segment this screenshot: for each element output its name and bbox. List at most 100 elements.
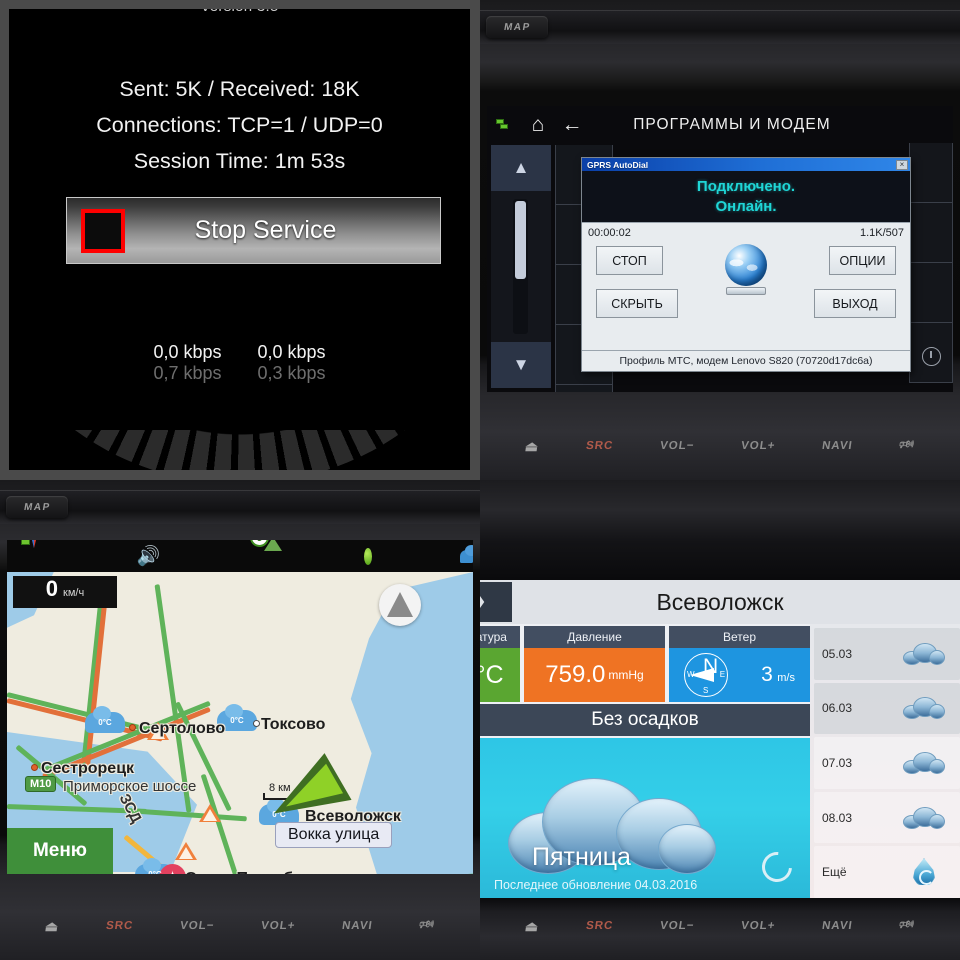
eject-button[interactable]: ⏏ [524, 918, 540, 935]
header-title: ПРОГРАММЫ И МОДЕМ [633, 115, 831, 133]
status-line-connected: Подключено. [696, 177, 796, 195]
dialog-body: СТОП ОПЦИИ СКРЫТЬ ВЫХОД [582, 242, 910, 350]
map-physical-button[interactable]: MAP [6, 496, 68, 518]
app-header: ⌂ ← ПРОГРАММЫ И МОДЕМ [487, 106, 953, 143]
weather-header: Всеволожск [480, 580, 960, 624]
city-label-sestroretsk: Сестрорецк [41, 760, 135, 777]
weather-body: ратура °C Давление 759.0 mmHg [480, 624, 960, 898]
photo-collage: Version 3.5 Sent: 5K / Received: 18K Con… [0, 0, 960, 960]
compass-needle-icon [690, 668, 715, 682]
water-drop-icon [896, 858, 952, 886]
map-weather-badge: 0°C [85, 706, 125, 733]
hide-button[interactable]: СКРЫТЬ [596, 289, 678, 318]
mute-button[interactable]: 🕬 [898, 437, 916, 456]
volume-down-button[interactable]: VOL− [179, 920, 215, 932]
close-icon[interactable]: × [896, 159, 908, 170]
forecast-row[interactable]: 08.03 [814, 791, 960, 844]
head-unit-screen: 🔊 9 [7, 540, 473, 874]
volume-down-button[interactable]: VOL− [659, 440, 695, 452]
list-item[interactable] [555, 385, 613, 392]
back-arrow-icon[interactable]: ← [555, 113, 589, 137]
forecast-row[interactable]: 06.03 [814, 682, 960, 735]
navi-button[interactable]: NAVI [341, 920, 373, 932]
scroll-track[interactable] [513, 199, 528, 334]
forecast-date: 06.03 [822, 701, 853, 716]
menu-button[interactable]: Меню [7, 828, 113, 874]
day-of-week: Пятница [532, 843, 631, 871]
forecast-row[interactable]: 07.03 [814, 737, 960, 789]
forecast-row[interactable]: 05.03 [814, 628, 960, 680]
weather-tiles: ратура °C Давление 759.0 mmHg [480, 624, 810, 702]
volume-up-button[interactable]: VOL+ [740, 920, 776, 932]
city-label-saint-petersburg: Санкт-Петербург [185, 870, 318, 874]
eject-button[interactable]: ⏏ [524, 438, 540, 455]
scroll-thumb[interactable] [515, 201, 526, 280]
tile-wind-caption: Ветер [669, 626, 810, 648]
wind-number: 3 [761, 663, 773, 686]
condition-bar: Без осадков [480, 704, 810, 736]
forecast-row-more[interactable]: Ещё [814, 846, 960, 898]
scroll-up-icon[interactable]: ▲ [491, 145, 551, 191]
forecast-date: 07.03 [822, 755, 853, 770]
map-weather-badge: 0°C [217, 704, 257, 731]
refresh-icon[interactable] [755, 845, 799, 889]
network-icon [496, 118, 511, 131]
current-weather-panel: Пятница Последнее обновление 04.03.2016 [480, 738, 810, 898]
forecast-date: 05.03 [822, 646, 853, 661]
window-title: GPRS AutoDial [587, 159, 649, 170]
source-button[interactable]: SRC [585, 440, 614, 452]
source-button[interactable]: SRC [105, 920, 134, 932]
volume-up-button[interactable]: VOL+ [260, 920, 296, 932]
scrollbar[interactable]: ▲ ▼ [491, 145, 551, 388]
wind-unit: m/s [777, 672, 795, 684]
eject-button[interactable]: ⏏ [44, 918, 60, 935]
stop-service-button[interactable]: Stop Service [66, 197, 441, 264]
gprs-autodial-window: GPRS AutoDial × Подключено. Онлайн. 00:0… [581, 157, 911, 372]
speed-value: 0 [45, 576, 59, 601]
map-physical-button[interactable]: MAP [486, 16, 548, 38]
list-item[interactable] [909, 143, 953, 203]
mute-button[interactable]: 🕬 [418, 917, 436, 936]
temperature-unit: °C [480, 660, 504, 689]
forecast-list: 05.03 06.03 07.03 08.03 Ещё [810, 624, 960, 898]
list-item[interactable] [909, 203, 953, 263]
back-button[interactable] [480, 582, 512, 622]
download-current: 0,0 kbps [257, 342, 326, 362]
tile-temperature-value: °C [480, 648, 520, 702]
profile-status-text: Профиль МТС, модем Lenovo S820 (70720d17… [582, 350, 910, 371]
source-button[interactable]: SRC [585, 920, 614, 932]
map-canvas[interactable]: 0°C 0°C 0°C 0°C 1°C Сертолово Токсово Се… [7, 572, 473, 874]
city-marker [129, 724, 136, 731]
volume-up-button[interactable]: VOL+ [740, 440, 776, 452]
version-label: Version 3.5 [9, 9, 470, 15]
head-unit-control-bar: ⏏ SRC VOL− VOL+ NAVI 🕬 [480, 424, 960, 468]
list-item[interactable] [909, 263, 953, 323]
service-checkbox[interactable] [81, 208, 125, 253]
dash-vent [0, 490, 480, 524]
mute-button[interactable]: 🕬 [898, 917, 916, 936]
compass-east-label: E [719, 670, 726, 679]
road-segment [200, 773, 258, 874]
speaker-icon[interactable]: 🔊 [136, 540, 160, 572]
navi-button[interactable]: NAVI [821, 440, 853, 452]
exit-button[interactable]: ВЫХОД [814, 289, 896, 318]
city-marker [31, 764, 38, 771]
status-line-online: Онлайн. [715, 197, 777, 215]
options-button[interactable]: ОПЦИИ [829, 246, 896, 275]
navi-button[interactable]: NAVI [821, 920, 853, 932]
stat-session-time: Session Time: 1m 53s [133, 149, 346, 173]
speed-readout: 0 км/ч [13, 576, 117, 608]
cloud-icon [896, 751, 952, 774]
upload-rate: 0,0 kbps 0,7 kbps [153, 342, 221, 384]
menu-button-label: Меню [32, 840, 88, 861]
hazard-icon [199, 804, 221, 822]
map-button-label: MAP [22, 501, 52, 513]
volume-down-button[interactable]: VOL− [659, 920, 695, 932]
stop-button[interactable]: СТОП [596, 246, 663, 275]
tile-temperature-caption: ратура [480, 626, 520, 648]
head-unit-screen: Всеволожск ратура °C Давление [480, 580, 960, 898]
scroll-down-icon[interactable]: ▼ [491, 342, 551, 388]
download-average: 0,3 kbps [257, 363, 326, 383]
home-icon[interactable]: ⌂ [521, 113, 555, 137]
compass-north-icon[interactable] [379, 584, 421, 626]
